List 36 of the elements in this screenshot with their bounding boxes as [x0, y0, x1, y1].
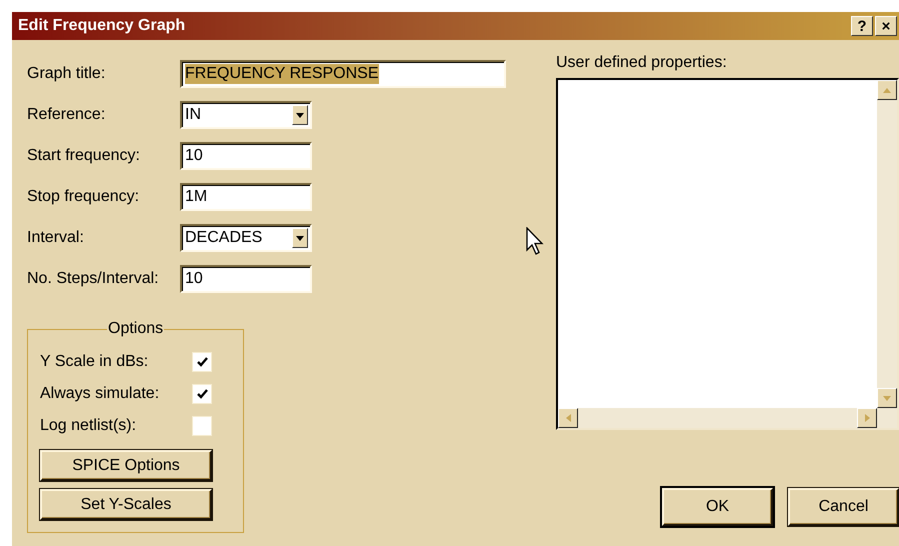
options-button[interactable]: SPICE Options — [40, 450, 212, 481]
checkbox-label: Log netlist(s): — [40, 417, 136, 435]
check-icon — [196, 357, 208, 367]
checkbox[interactable] — [192, 384, 212, 404]
input-field[interactable]: 10 — [180, 265, 312, 293]
scroll-left-icon[interactable] — [558, 408, 578, 428]
options-button[interactable]: Set Y-Scales — [40, 489, 212, 520]
group-title: Options — [107, 320, 164, 338]
field-label: Interval: — [27, 229, 85, 247]
scroll-down-icon[interactable] — [877, 388, 897, 408]
field-label: Reference: — [27, 106, 106, 124]
check-icon — [196, 389, 208, 399]
properties-label: User defined properties: — [556, 54, 728, 73]
checkbox-label: Always simulate: — [40, 385, 160, 403]
dropdown-field[interactable]: IN — [180, 101, 312, 129]
vertical-scrollbar[interactable] — [877, 80, 897, 408]
checkbox[interactable] — [192, 416, 212, 436]
window-title: Edit Frequency Graph — [18, 17, 186, 35]
field-label: Start frequency: — [27, 147, 141, 165]
close-button[interactable]: × — [875, 16, 897, 36]
checkbox[interactable] — [192, 352, 212, 372]
input-field[interactable]: FREQUENCY RESPONSE — [180, 60, 506, 88]
help-button[interactable]: ? — [851, 16, 873, 36]
input-field[interactable]: 10 — [180, 142, 312, 170]
horizontal-scrollbar[interactable] — [558, 408, 877, 428]
scroll-up-icon[interactable] — [877, 80, 897, 100]
field-label: No. Steps/Interval: — [27, 270, 160, 288]
mouse-pointer-icon — [526, 227, 546, 257]
input-field[interactable]: 1M — [180, 183, 312, 211]
dialog-button[interactable]: Cancel — [788, 488, 899, 526]
scroll-right-icon[interactable] — [857, 408, 877, 428]
dialog-button[interactable]: OK — [662, 488, 773, 526]
field-label: Stop frequency: — [27, 188, 140, 206]
checkbox-label: Y Scale in dBs: — [40, 353, 148, 371]
field-label: Graph title: — [27, 65, 106, 83]
dropdown-field[interactable]: DECADES — [180, 224, 312, 252]
